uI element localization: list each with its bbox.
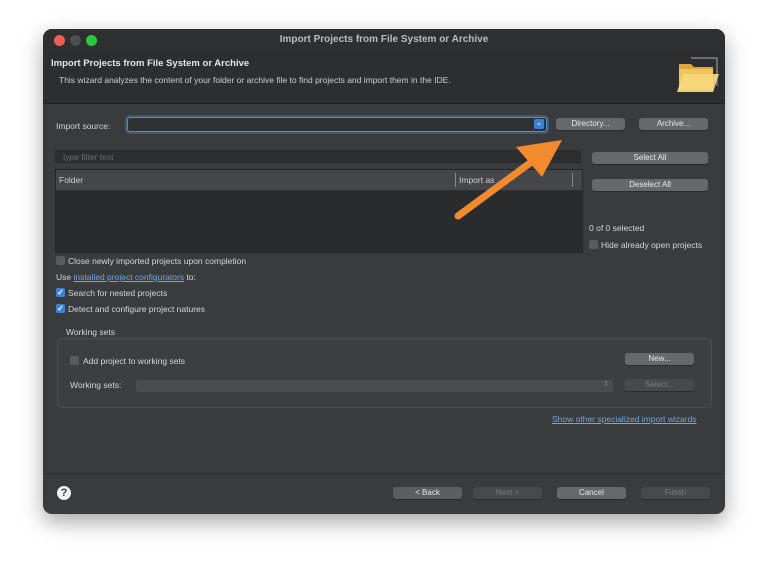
orange-arrow-icon [454, 140, 562, 220]
